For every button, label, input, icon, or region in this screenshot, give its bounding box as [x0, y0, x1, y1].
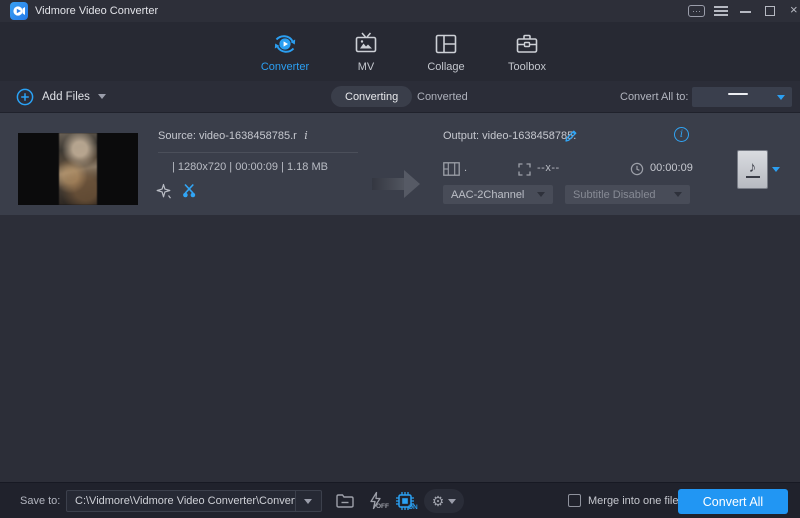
- output-resolution: --x--: [537, 162, 560, 174]
- chevron-down-icon: [777, 95, 785, 100]
- film-strip-icon: [443, 162, 460, 176]
- divider: [158, 152, 358, 153]
- tab-mv-label: MV: [358, 61, 375, 73]
- feedback-icon[interactable]: ⋯: [688, 5, 705, 17]
- save-path-caret[interactable]: [295, 491, 319, 511]
- source-info-icon[interactable]: i: [300, 129, 312, 142]
- collage-icon: [434, 30, 458, 58]
- menu-icon[interactable]: [714, 6, 728, 16]
- close-button[interactable]: ×: [790, 2, 798, 17]
- clock-icon: [630, 162, 644, 176]
- output-suffix: :: [551, 130, 554, 142]
- tab-collage-label: Collage: [427, 61, 464, 73]
- audio-track-value: AAC-2Channel: [451, 189, 524, 201]
- merge-checkbox[interactable]: [568, 494, 581, 507]
- output-format-hint: .: [464, 162, 467, 174]
- maximize-button[interactable]: [765, 6, 775, 16]
- tab-toolbox-label: Toolbox: [508, 61, 546, 73]
- output-format-button[interactable]: ♪: [737, 150, 768, 189]
- format-dash-icon: [728, 93, 748, 95]
- subtitle-dropdown[interactable]: Subtitle Disabled: [565, 185, 690, 204]
- settings-button[interactable]: ⚙: [424, 489, 464, 513]
- audio-track-dropdown[interactable]: AAC-2Channel: [443, 185, 553, 204]
- convert-all-to-dropdown[interactable]: [692, 87, 792, 107]
- add-files-label: Add Files: [42, 91, 90, 103]
- pencil-icon: [563, 128, 579, 144]
- mv-icon: [354, 30, 378, 58]
- chevron-down-icon: [537, 192, 545, 197]
- video-thumbnail: [18, 133, 138, 205]
- merge-label: Merge into one file: [588, 483, 679, 518]
- tab-converting[interactable]: Converting: [331, 86, 412, 107]
- converter-icon: [272, 30, 298, 58]
- format-baseline: [746, 176, 760, 178]
- tab-converter-label: Converter: [261, 61, 309, 73]
- app-window: Vidmore Video Converter ⋯ × Converter: [0, 0, 800, 518]
- output-duration: 00:00:09: [650, 162, 693, 174]
- music-note-icon: ♪: [749, 161, 757, 175]
- tab-toolbox[interactable]: Toolbox: [491, 30, 563, 73]
- tab-converted[interactable]: Converted: [417, 81, 468, 112]
- title-bar: Vidmore Video Converter ⋯ ×: [0, 0, 800, 22]
- tab-converter[interactable]: Converter: [249, 30, 321, 73]
- minimize-button[interactable]: [740, 11, 751, 13]
- resolution-icon: [518, 163, 531, 176]
- add-files-caret-icon: [98, 94, 106, 99]
- app-logo-icon: [10, 2, 28, 20]
- convert-all-button[interactable]: Convert All: [678, 489, 788, 514]
- source-filename: Source: video-1638458785.r: [158, 130, 297, 142]
- convert-all-to-label: Convert All to:: [620, 81, 688, 112]
- conversion-arrow-head: [404, 170, 420, 198]
- gear-icon: ⚙: [432, 494, 445, 508]
- hw-off-tag: OFF: [376, 503, 389, 510]
- output-info-icon[interactable]: i: [674, 127, 689, 142]
- settings-caret-icon: [448, 499, 456, 504]
- edit-effects-button[interactable]: [155, 183, 172, 200]
- subtitle-value: Subtitle Disabled: [573, 189, 656, 201]
- tab-collage[interactable]: Collage: [410, 30, 482, 73]
- toolbox-icon: [515, 30, 539, 58]
- rename-button[interactable]: [563, 128, 579, 144]
- chevron-down-icon: [674, 192, 682, 197]
- window-title: Vidmore Video Converter: [35, 0, 158, 22]
- scissors-icon: [181, 183, 198, 199]
- hw-acceleration-off-button[interactable]: OFF: [363, 489, 387, 513]
- conversion-arrow-icon: [372, 178, 404, 190]
- save-path-field[interactable]: C:\Vidmore\Vidmore Video Converter\Conve…: [66, 490, 322, 512]
- tab-mv[interactable]: MV: [330, 30, 402, 73]
- save-path-value: C:\Vidmore\Vidmore Video Converter\Conve…: [67, 495, 295, 507]
- add-files-button[interactable]: Add Files: [16, 81, 106, 112]
- thumbnail-image: [59, 133, 97, 205]
- bottom-bar: Save to: C:\Vidmore\Vidmore Video Conver…: [0, 482, 800, 518]
- main-nav: Converter MV Collage: [0, 22, 800, 81]
- output-filename: Output: video-1638458785.: [443, 130, 576, 142]
- format-caret-icon[interactable]: [772, 167, 780, 172]
- cut-button[interactable]: [181, 183, 198, 199]
- hw-on-tag: ON: [408, 504, 418, 511]
- folder-icon: [335, 492, 355, 510]
- magic-wand-icon: [155, 183, 172, 200]
- gpu-acceleration-on-button[interactable]: ON: [393, 489, 417, 513]
- add-circle-icon: [16, 88, 34, 106]
- open-folder-button[interactable]: [333, 489, 357, 513]
- source-metadata: | 1280x720 | 00:00:09 | 1.18 MB: [172, 161, 328, 173]
- toolbar: Add Files Converting Converted Convert A…: [0, 81, 800, 113]
- media-item-row[interactable]: Source: video-1638458785.r i | 1280x720 …: [0, 113, 800, 215]
- save-to-label: Save to:: [20, 483, 60, 518]
